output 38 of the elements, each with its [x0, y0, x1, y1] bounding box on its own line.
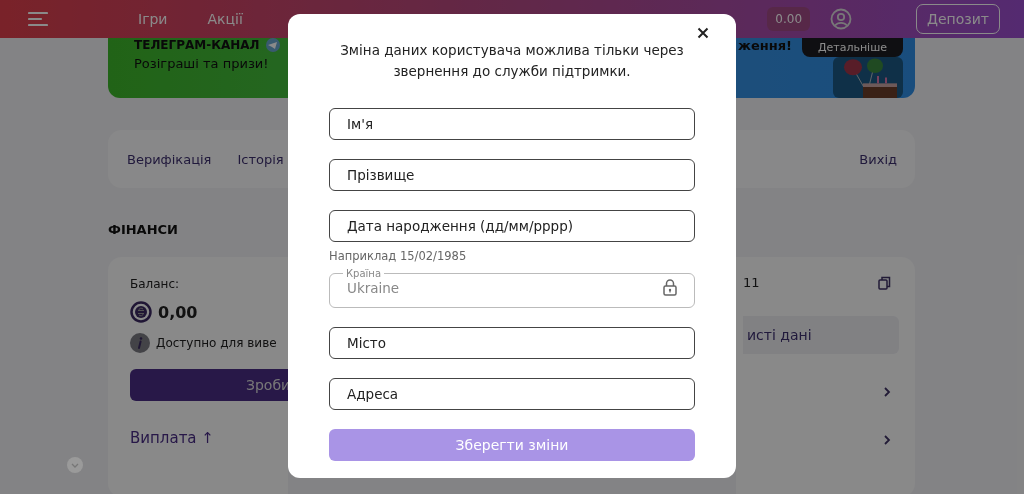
section-heading: ФІНАНСИ: [108, 222, 178, 237]
banner-title: ТЕЛЕГРАМ-КАНАЛ: [134, 38, 260, 52]
logout-link[interactable]: Вихід: [859, 151, 897, 167]
input-field[interactable]: Прізвище: [329, 159, 695, 191]
user-icon[interactable]: [830, 8, 853, 30]
input-field[interactable]: Адреса: [329, 378, 695, 410]
input-field[interactable]: Дата народження (дд/мм/рррр): [329, 210, 695, 242]
deposit-button[interactable]: Депозит: [916, 4, 1000, 34]
details-button[interactable]: Детальніше: [801, 38, 903, 57]
field-label: Країна: [345, 268, 383, 279]
info-icon: [130, 333, 150, 353]
profile-tab[interactable]: Історія: [237, 151, 284, 167]
chevron-right-icon[interactable]: [883, 434, 891, 446]
profile-tab[interactable]: Верифікація: [127, 151, 212, 167]
input-field[interactable]: Ім'я: [329, 108, 695, 140]
copy-icon[interactable]: [878, 275, 891, 290]
lock-icon: [663, 279, 677, 296]
hryvnia-coin-icon: [130, 301, 152, 323]
balance-display: 0.00: [767, 7, 811, 31]
hint-text: Наприклад 15/02/1985: [329, 249, 468, 263]
personal-data-button[interactable]: исті дані: [743, 316, 899, 354]
banner-subtitle: Розіграші та призи!: [134, 56, 270, 71]
action-button[interactable]: Зроби: [130, 369, 288, 401]
nav-link[interactable]: Акції: [207, 11, 243, 27]
notice-text: Зміна даних користувача можлива тільки через звернення до служби підтримки.: [339, 41, 685, 81]
available-text: Доступно для виве: [156, 336, 277, 350]
close-icon[interactable]: [697, 27, 709, 39]
country-field[interactable]: Країна Ukraine: [329, 268, 695, 308]
menu-icon[interactable]: [28, 11, 48, 27]
account-number: 11: [743, 275, 760, 290]
input-field[interactable]: Місто: [329, 327, 695, 359]
payout-link[interactable]: Виплата ↑: [130, 429, 288, 447]
chevron-right-icon[interactable]: [883, 386, 891, 398]
balance-amount: 0,00: [158, 302, 198, 322]
nav-link[interactable]: Ігри: [138, 11, 168, 27]
balance-label: Баланс:: [130, 277, 181, 291]
telegram-icon: [263, 38, 282, 52]
banner-title: ження!: [738, 38, 792, 53]
